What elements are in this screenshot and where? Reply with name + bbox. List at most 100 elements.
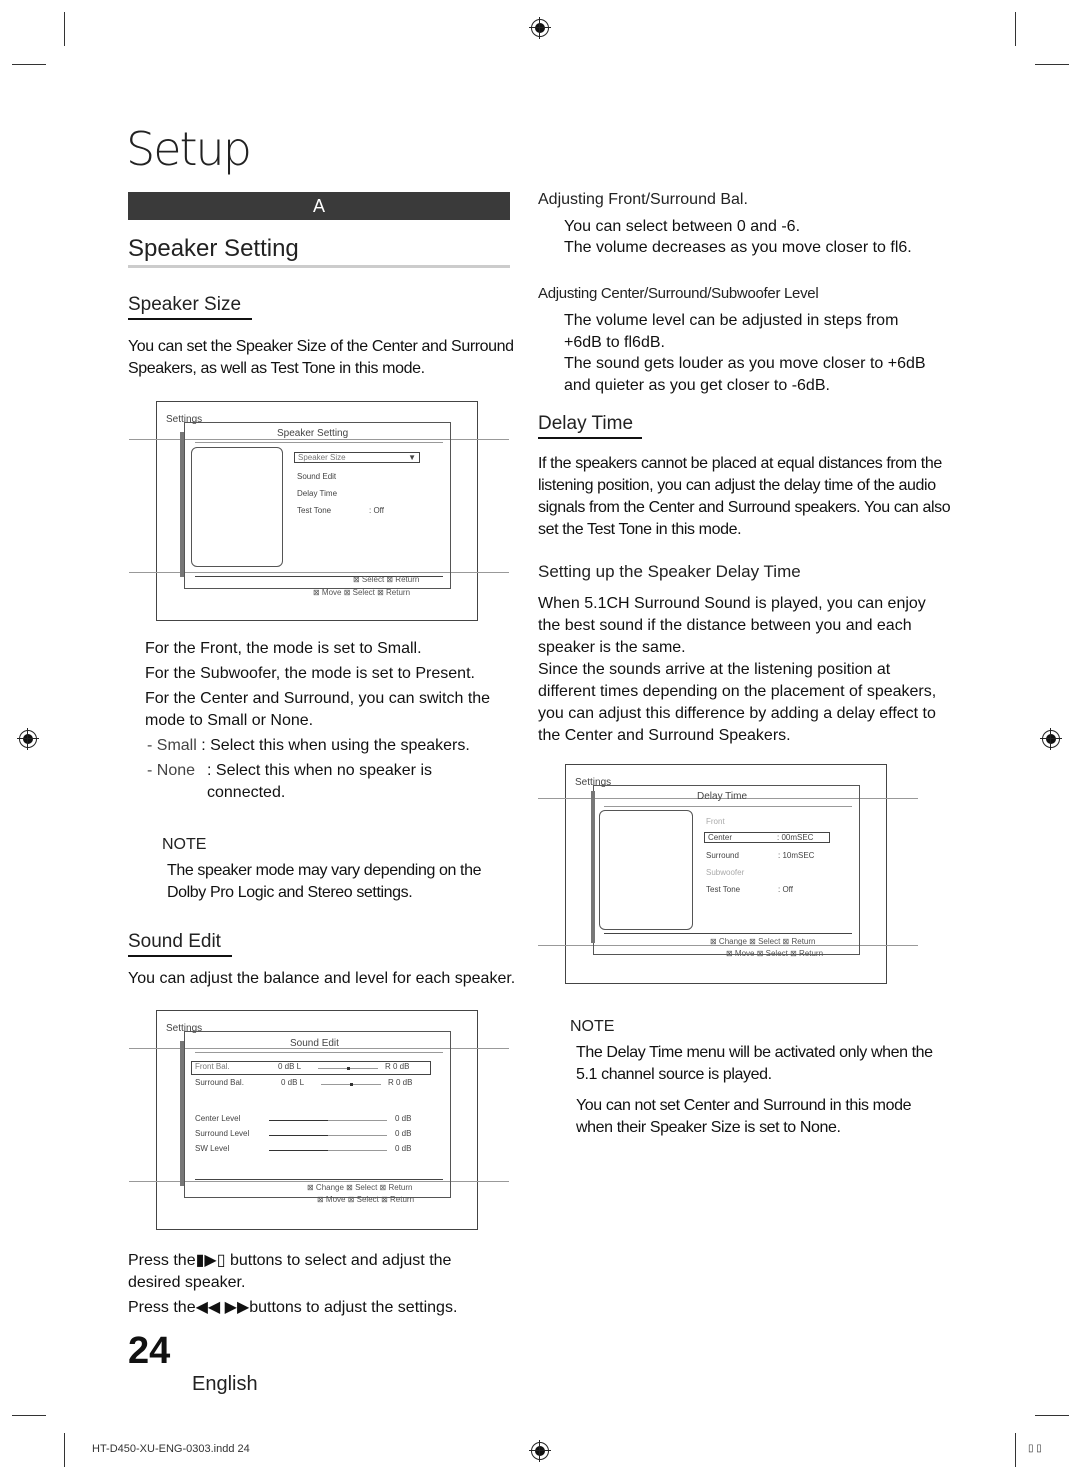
menu-item-sound-edit[interactable]: Sound Edit (297, 472, 336, 481)
front-balance-row[interactable]: Front Bal. 0 dB L R 0 dB (191, 1061, 431, 1075)
section-title: Speaker Setting (128, 235, 299, 262)
dropdown-arrow-icon: ▼ (408, 453, 416, 462)
menu-item-delay-time[interactable]: Delay Time (297, 489, 337, 498)
footer-hints: ⊠ Change ⊠ Select ⊠ Return (710, 937, 816, 946)
bullet: For the Center and Surround, you can swi… (145, 690, 491, 729)
crop-mark (1015, 1433, 1016, 1467)
bullet: For the Front, the mode is set to Small. (145, 640, 422, 657)
menu-item-value: : Off (778, 885, 793, 894)
footer-hints: ⊠ Select ⊠ Return (353, 575, 420, 584)
center-level-row[interactable]: Center Level 0 dB (195, 1114, 427, 1126)
level-value: 0 dB (395, 1129, 412, 1138)
option-name: - None (147, 762, 196, 779)
crop-mark (1035, 64, 1069, 65)
level-slider[interactable] (269, 1120, 387, 1121)
left-value: 0 dB L (278, 1062, 302, 1071)
menu-item-speaker-size[interactable]: Speaker Size ▼ (294, 452, 420, 463)
page-language: English (192, 1373, 258, 1395)
menu-item-center[interactable]: Center : 00mSEC (704, 832, 830, 843)
registration-mark-icon (529, 17, 551, 39)
left-bar (180, 432, 184, 577)
divider (195, 1052, 443, 1053)
screen-title: Delay Time (697, 791, 748, 802)
menu-item-label: Surround (706, 851, 739, 860)
delay-setup-heading: Setting up the Speaker Delay Time (538, 562, 801, 581)
note-heading: NOTE (162, 836, 207, 853)
note-item: The Delay Time menu will be activated on… (576, 1044, 933, 1083)
bullet: For the Subwoofer, the mode is set to Pr… (145, 665, 475, 682)
crop-mark (12, 64, 46, 65)
crop-mark (64, 12, 65, 46)
slider-knob[interactable] (347, 1067, 350, 1070)
level-slider[interactable] (269, 1135, 387, 1136)
option-name: - Small (147, 737, 197, 754)
balance-slider[interactable] (321, 1083, 381, 1086)
level-line: The sound gets louder as you move closer… (564, 355, 926, 394)
option-none: - None : Select this when no speaker is … (147, 760, 467, 804)
preview-panel (599, 810, 693, 930)
sound-edit-screen: Settings Sound Edit Front Bal. 0 dB L R … (129, 1010, 509, 1230)
menu-item-test-tone[interactable]: Test Tone : Off (706, 885, 793, 894)
menu-item-label: Test Tone (297, 506, 332, 515)
note-item: You can not set Center and Surround in t… (576, 1097, 912, 1136)
level-value: 0 dB (395, 1144, 412, 1153)
menu-item-front: Front (706, 817, 725, 826)
divider (195, 1179, 443, 1180)
delay-time-screen: Settings Delay Time Front Center : 00mSE… (538, 764, 918, 984)
row-label: Front Bal. (195, 1062, 230, 1071)
footer-hints: ⊠ Move ⊠ Select ⊠ Return (313, 588, 411, 597)
registration-mark-icon (529, 1440, 551, 1462)
note-heading: NOTE (570, 1018, 615, 1035)
right-value: R 0 dB (385, 1062, 410, 1071)
left-bar (591, 791, 595, 943)
section-divider (128, 265, 510, 268)
menu-item-value: : Off (369, 506, 384, 515)
footer-hints: ⊠ Move ⊠ Select ⊠ Return (726, 949, 824, 958)
crop-mark (64, 1433, 65, 1467)
chapter-title: Setup (126, 122, 252, 176)
left-bar (180, 1041, 184, 1186)
speaker-setting-screen: Settings Speaker Setting Speaker Size ▼ … (129, 401, 509, 621)
footer-right-glyphs: ▯ ▯ (1028, 1443, 1042, 1454)
footer-filename: HT-D450-XU-ENG-0303.indd 24 (92, 1443, 250, 1455)
instruction-adjust: Press the◀◀ ▶▶buttons to adjust the sett… (128, 1299, 458, 1316)
surround-balance-row[interactable]: Surround Bal. 0 dB L R 0 dB (195, 1078, 427, 1090)
instruction-select: Press the▮▶▯ buttons to select and adjus… (128, 1252, 452, 1291)
menu-item-subwoofer: Subwoofer (706, 868, 745, 877)
menu-item-surround[interactable]: Surround : 10mSEC (706, 851, 814, 860)
right-value: R 0 dB (388, 1078, 413, 1087)
sw-level-row[interactable]: SW Level 0 dB (195, 1144, 427, 1156)
note-text: The speaker mode may vary depending on t… (167, 862, 482, 901)
level-slider[interactable] (269, 1150, 387, 1151)
heading-underline (538, 437, 642, 439)
row-label: Surround Level (195, 1129, 250, 1138)
slider-knob[interactable] (350, 1083, 353, 1086)
level-line: The volume level can be adjusted in step… (564, 312, 899, 351)
delay-time-heading: Delay Time (538, 413, 634, 434)
footer-hints: ⊠ Move ⊠ Select ⊠ Return (317, 1195, 415, 1204)
menu-item-label: Speaker Size (298, 453, 346, 462)
footer-hints: ⊠ Change ⊠ Select ⊠ Return (307, 1183, 413, 1192)
speaker-size-heading: Speaker Size (128, 294, 242, 315)
level-value: 0 dB (395, 1114, 412, 1123)
front-surround-line: You can select between 0 and -6. (564, 218, 801, 235)
menu-item-label: Center (708, 833, 733, 842)
section-bar: A (128, 192, 510, 220)
menu-item-value: : 10mSEC (778, 851, 815, 860)
level-fill (269, 1135, 328, 1136)
balance-slider[interactable] (318, 1067, 378, 1070)
sound-edit-intro: You can adjust the balance and level for… (128, 970, 516, 987)
surround-level-row[interactable]: Surround Level 0 dB (195, 1129, 427, 1141)
divider (195, 442, 443, 443)
delay-time-intro: If the speakers cannot be placed at equa… (538, 455, 951, 538)
row-label: Surround Bal. (195, 1078, 244, 1087)
registration-mark-icon (17, 728, 39, 750)
screen-title: Speaker Setting (277, 428, 349, 439)
menu-item-value: : 00mSEC (777, 833, 814, 842)
left-value: 0 dB L (281, 1078, 305, 1087)
option-desc: : Select this when using the speakers. (201, 737, 470, 754)
delay-setup-text: Since the sounds arrive at the listening… (538, 661, 937, 744)
divider (604, 933, 852, 934)
row-label: SW Level (195, 1144, 230, 1153)
menu-item-test-tone[interactable]: Test Tone : Off (297, 506, 384, 515)
